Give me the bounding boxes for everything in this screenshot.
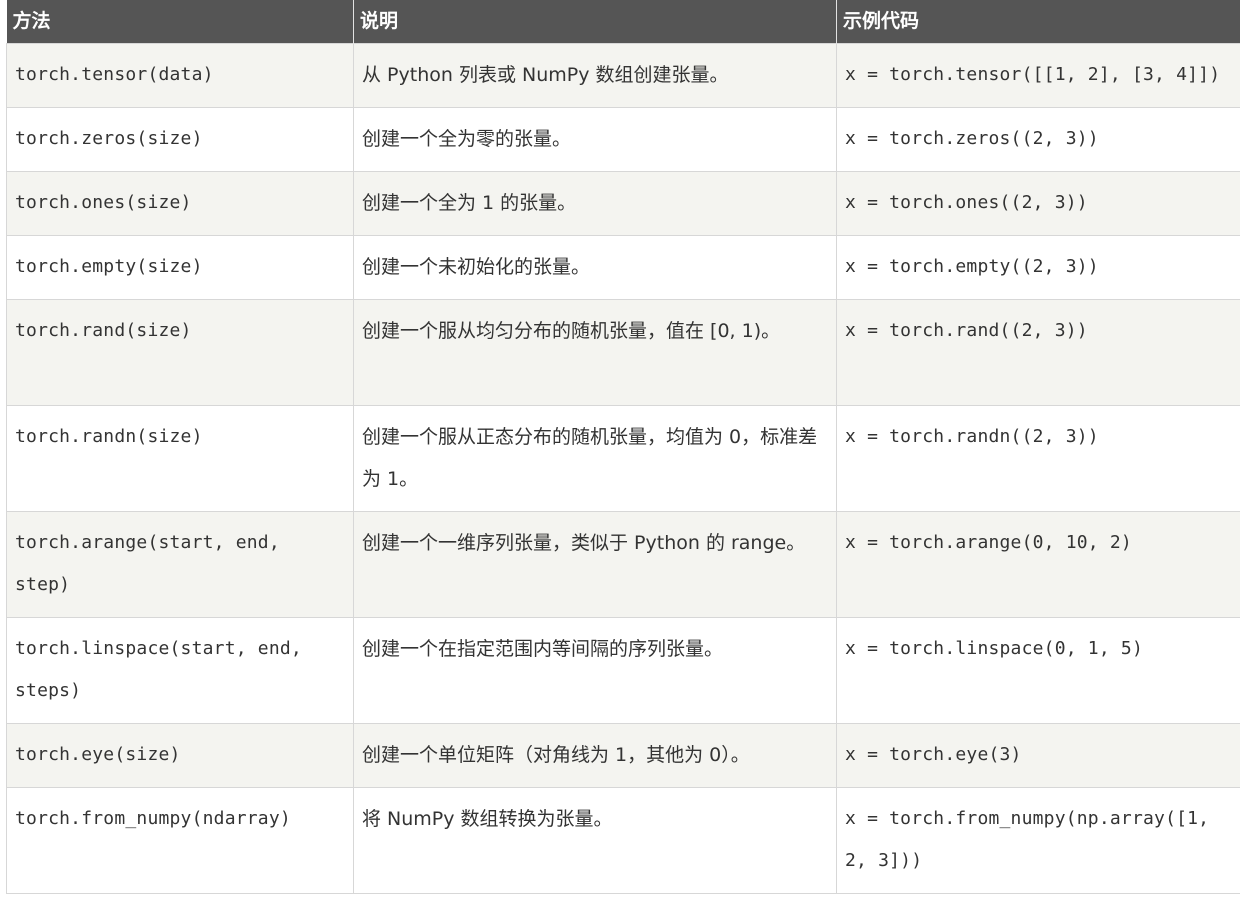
example-cell: x = torch.from_numpy(np.array([1, 2, 3])… xyxy=(836,786,1240,894)
table-row: torch.tensor(data) 从 Python 列表或 NumPy 数组… xyxy=(6,42,1240,108)
example-cell: x = torch.ones((2, 3)) xyxy=(836,170,1240,236)
description-cell: 从 Python 列表或 NumPy 数组创建张量。 xyxy=(353,42,837,108)
table-row: torch.from_numpy(ndarray) 将 NumPy 数组转换为张… xyxy=(6,786,1240,894)
header-row: 方法 说明 示例代码 xyxy=(6,0,1240,43)
example-cell: x = torch.empty((2, 3)) xyxy=(836,234,1240,300)
method-cell: torch.ones(size) xyxy=(6,170,354,236)
table-row: torch.arange(start, end, step) 创建一个一维序列张… xyxy=(6,510,1240,618)
example-cell: x = torch.tensor([[1, 2], [3, 4]]) xyxy=(836,42,1240,108)
method-cell: torch.from_numpy(ndarray) xyxy=(6,786,354,894)
description-cell: 创建一个服从均匀分布的随机张量，值在 [0, 1)。 xyxy=(353,298,837,406)
example-cell: x = torch.linspace(0, 1, 5) xyxy=(836,616,1240,724)
example-cell: x = torch.randn((2, 3)) xyxy=(836,404,1240,512)
description-cell: 将 NumPy 数组转换为张量。 xyxy=(353,786,837,894)
method-cell: torch.linspace(start, end, steps) xyxy=(6,616,354,724)
example-cell: x = torch.rand((2, 3)) xyxy=(836,298,1240,406)
description-cell: 创建一个单位矩阵（对角线为 1，其他为 0）。 xyxy=(353,722,837,788)
method-cell: torch.rand(size) xyxy=(6,298,354,406)
method-cell: torch.zeros(size) xyxy=(6,106,354,172)
method-cell: torch.eye(size) xyxy=(6,722,354,788)
table-row: torch.randn(size) 创建一个服从正态分布的随机张量，均值为 0，… xyxy=(6,404,1240,512)
table-row: torch.linspace(start, end, steps) 创建一个在指… xyxy=(6,616,1240,724)
method-cell: torch.randn(size) xyxy=(6,404,354,512)
table-row: torch.zeros(size) 创建一个全为零的张量。 x = torch.… xyxy=(6,106,1240,172)
header-example-code: 示例代码 xyxy=(836,0,1240,43)
table-row: torch.eye(size) 创建一个单位矩阵（对角线为 1，其他为 0）。 … xyxy=(6,722,1240,788)
method-cell: torch.arange(start, end, step) xyxy=(6,510,354,618)
table-row: torch.rand(size) 创建一个服从均匀分布的随机张量，值在 [0, … xyxy=(6,298,1240,406)
description-cell: 创建一个在指定范围内等间隔的序列张量。 xyxy=(353,616,837,724)
description-cell: 创建一个全为 1 的张量。 xyxy=(353,170,837,236)
method-cell: torch.empty(size) xyxy=(6,234,354,300)
example-cell: x = torch.arange(0, 10, 2) xyxy=(836,510,1240,618)
description-cell: 创建一个未初始化的张量。 xyxy=(353,234,837,300)
tensor-methods-table: 方法 说明 示例代码 torch.tensor(data) 从 Python 列… xyxy=(6,0,1240,894)
method-cell: torch.tensor(data) xyxy=(6,42,354,108)
description-cell: 创建一个服从正态分布的随机张量，均值为 0，标准差为 1。 xyxy=(353,404,837,512)
example-cell: x = torch.zeros((2, 3)) xyxy=(836,106,1240,172)
table-header: 方法 说明 示例代码 xyxy=(6,0,1240,43)
description-cell: 创建一个一维序列张量，类似于 Python 的 range。 xyxy=(353,510,837,618)
table-row: torch.ones(size) 创建一个全为 1 的张量。 x = torch… xyxy=(6,170,1240,236)
header-method: 方法 xyxy=(6,0,354,43)
header-description: 说明 xyxy=(353,0,837,43)
description-cell: 创建一个全为零的张量。 xyxy=(353,106,837,172)
example-cell: x = torch.eye(3) xyxy=(836,722,1240,788)
tensor-methods-table-container: 方法 说明 示例代码 torch.tensor(data) 从 Python 列… xyxy=(6,0,1240,894)
table-row: torch.empty(size) 创建一个未初始化的张量。 x = torch… xyxy=(6,234,1240,300)
table-body: torch.tensor(data) 从 Python 列表或 NumPy 数组… xyxy=(6,42,1240,894)
